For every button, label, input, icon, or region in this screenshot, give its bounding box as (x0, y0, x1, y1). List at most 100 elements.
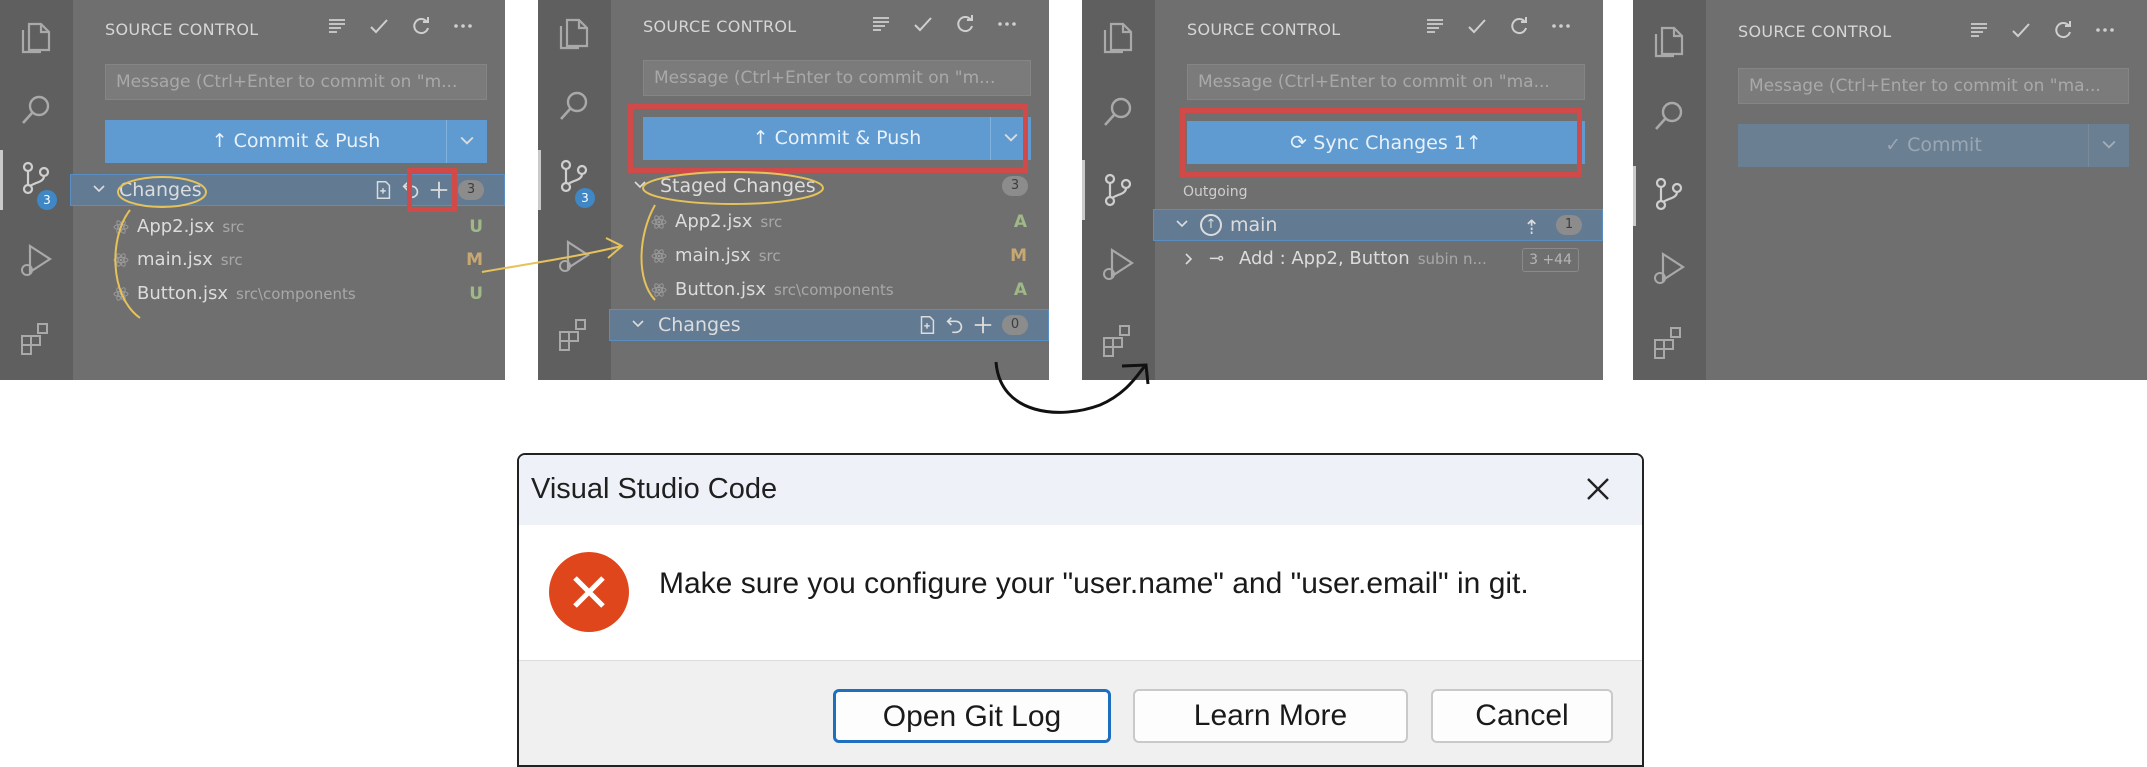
file-name: App2.jsx (137, 216, 215, 237)
commit-message-input[interactable]: Message (Ctrl+Enter to commit on "ma... (1738, 68, 2129, 104)
refresh-icon[interactable] (2051, 18, 2075, 42)
learn-more-button[interactable]: Learn More (1133, 689, 1408, 743)
commit-check-icon[interactable] (2009, 18, 2033, 42)
explorer-icon[interactable] (554, 14, 594, 54)
scm-panel-1: 3 SOURCE CONTROL Message (Ctrl+Enter to … (0, 0, 505, 380)
stage-all-plus-icon[interactable] (972, 314, 994, 336)
changes-group-label: Changes (119, 179, 202, 201)
source-control-activity-icon[interactable]: 3 (538, 150, 601, 210)
commit-options-dropdown[interactable] (446, 120, 487, 163)
highlight-stage-all (407, 168, 457, 212)
commit-button-disabled[interactable]: ✓ Commit (1738, 124, 2129, 167)
highlight-sync (1180, 108, 1582, 177)
refresh-icon[interactable] (953, 12, 977, 36)
file-row[interactable]: App2.jsx src U (113, 212, 505, 242)
commit-label: ✓ Commit (1885, 134, 1982, 156)
commit-message: Add : App2, Button (1239, 248, 1410, 269)
search-icon[interactable] (1098, 92, 1138, 132)
react-file-icon (113, 286, 129, 302)
scm-panel-2: 3 SOURCE CONTROL Message (Ctrl+Enter to … (538, 0, 1049, 380)
run-debug-icon[interactable] (1649, 248, 1689, 288)
staged-changes-group[interactable]: Staged Changes 3 (611, 170, 1049, 202)
file-path: src\components (236, 285, 356, 303)
extensions-icon[interactable] (1098, 320, 1138, 360)
cancel-button[interactable]: Cancel (1431, 689, 1613, 743)
commit-check-icon[interactable] (367, 14, 391, 38)
chevron-down-icon (2102, 138, 2116, 152)
commit-check-icon[interactable] (1465, 14, 1489, 38)
staged-changes-label: Staged Changes (660, 175, 816, 197)
file-row[interactable]: Button.jsx src\components U (113, 279, 505, 309)
commit-row[interactable]: ⊸ Add : App2, Button subin n... 3 +44 (1183, 244, 1603, 274)
branch-row[interactable]: ↑ main ⇡ 1 (1153, 209, 1603, 241)
branch-upload-icon: ↑ (1200, 214, 1222, 236)
close-icon[interactable] (1580, 471, 1616, 507)
source-control-activity-icon[interactable]: 3 (0, 150, 63, 210)
file-status: A (1013, 280, 1027, 300)
commit-push-button[interactable]: ↑ Commit & Push (105, 120, 487, 163)
commit-options-dropdown[interactable] (2088, 124, 2129, 167)
run-debug-icon[interactable] (554, 236, 594, 276)
activity-bar: 3 (538, 0, 611, 380)
search-icon[interactable] (554, 86, 594, 126)
source-control-activity-icon[interactable] (1082, 160, 1145, 220)
file-row[interactable]: main.jsx src M (113, 245, 505, 275)
dialog-footer: Open Git Log Learn More Cancel (519, 660, 1642, 765)
explorer-icon[interactable] (1098, 18, 1138, 58)
chevron-down-icon (1176, 218, 1188, 230)
file-row[interactable]: Button.jsx src\components A (651, 275, 1049, 305)
search-icon[interactable] (1649, 96, 1689, 136)
file-row[interactable]: App2.jsx src A (651, 207, 1049, 237)
file-name: Button.jsx (137, 283, 229, 304)
file-name: Button.jsx (675, 279, 767, 300)
source-control-title: SOURCE CONTROL (1187, 20, 1341, 39)
commit-stats: 3 +44 (1522, 248, 1579, 272)
more-actions-icon[interactable] (451, 14, 475, 38)
explorer-icon[interactable] (1649, 22, 1689, 62)
run-debug-icon[interactable] (16, 240, 56, 280)
file-row[interactable]: main.jsx src M (651, 241, 1049, 271)
commit-icon: ⊸ (1209, 248, 1225, 269)
search-icon[interactable] (16, 90, 56, 130)
commit-author: subin n... (1417, 250, 1487, 268)
refresh-icon[interactable] (1507, 14, 1531, 38)
changes-count: 0 (1002, 315, 1028, 335)
more-actions-icon[interactable] (995, 12, 1019, 36)
explorer-icon[interactable] (16, 18, 56, 58)
scm-panel-3: SOURCE CONTROL Message (Ctrl+Enter to co… (1082, 0, 1603, 380)
commit-check-icon[interactable] (911, 12, 935, 36)
source-control-title: SOURCE CONTROL (105, 20, 259, 39)
commit-message-input[interactable]: Message (Ctrl+Enter to commit on "m... (105, 64, 487, 100)
file-status: M (1010, 246, 1027, 266)
react-file-icon (651, 282, 667, 298)
open-git-log-button[interactable]: Open Git Log (833, 689, 1111, 743)
chevron-down-icon (632, 318, 644, 330)
outgoing-label: Outgoing (1183, 184, 1248, 200)
refresh-icon[interactable] (409, 14, 433, 38)
changes-count-badge: 3 (575, 188, 595, 208)
view-as-list-icon[interactable] (325, 14, 349, 38)
push-icon[interactable]: ⇡ (1523, 212, 1540, 242)
more-actions-icon[interactable] (1549, 14, 1573, 38)
view-as-list-icon[interactable] (1423, 14, 1447, 38)
discard-changes-icon[interactable] (944, 314, 966, 336)
changes-count-badge: 3 (37, 190, 57, 210)
view-as-list-icon[interactable] (869, 12, 893, 36)
commit-message-input[interactable]: Message (Ctrl+Enter to commit on "m... (643, 60, 1031, 96)
extensions-icon[interactable] (16, 318, 56, 358)
dialog-title-bar: Visual Studio Code (519, 455, 1642, 525)
extensions-icon[interactable] (1649, 322, 1689, 362)
extensions-icon[interactable] (554, 314, 594, 354)
activity-bar (1082, 0, 1155, 380)
open-changes-icon[interactable] (916, 314, 938, 336)
chevron-right-icon (1183, 253, 1195, 265)
run-debug-icon[interactable] (1098, 244, 1138, 284)
more-actions-icon[interactable] (2093, 18, 2117, 42)
scm-panel-4: SOURCE CONTROL Message (Ctrl+Enter to co… (1633, 0, 2147, 380)
source-control-activity-icon[interactable] (1633, 166, 1696, 226)
changes-group[interactable]: Changes 0 (609, 309, 1049, 341)
view-as-list-icon[interactable] (1967, 18, 1991, 42)
commit-message-input[interactable]: Message (Ctrl+Enter to commit on "ma... (1187, 64, 1585, 100)
file-status: A (1013, 212, 1027, 232)
open-changes-icon[interactable] (372, 179, 394, 201)
